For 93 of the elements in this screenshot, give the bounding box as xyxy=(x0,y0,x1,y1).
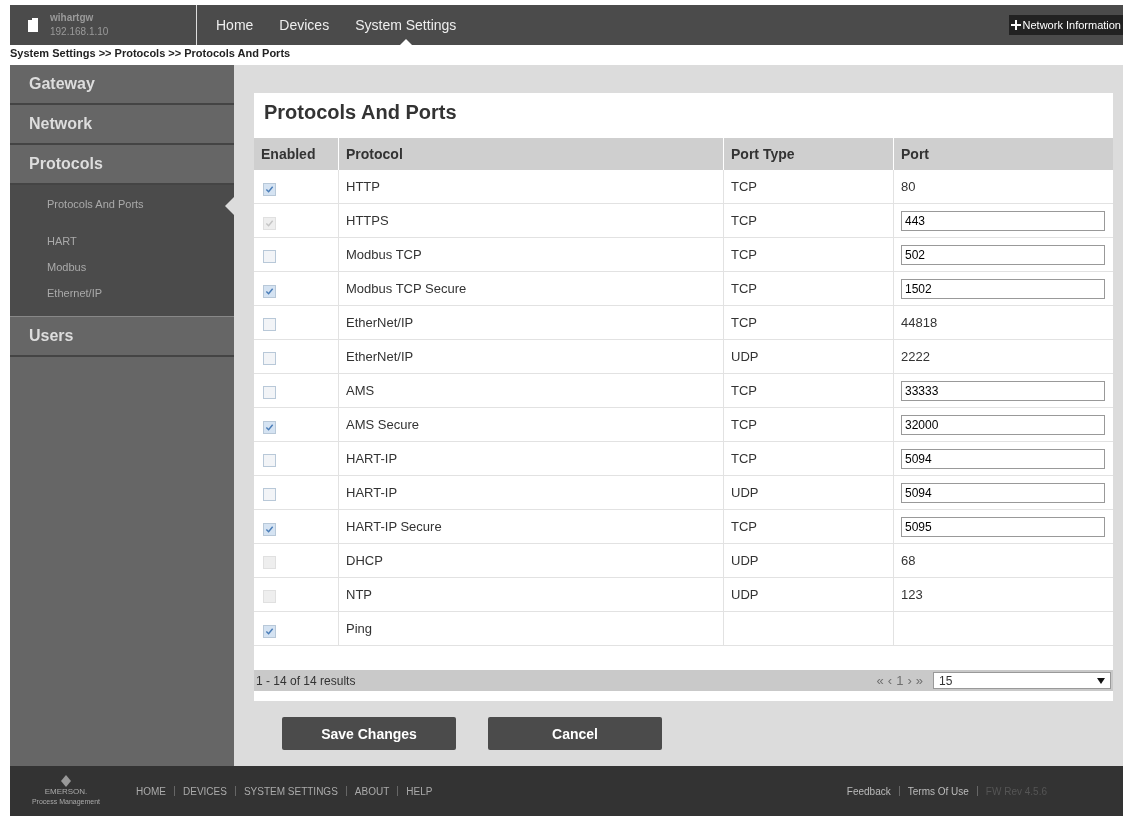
protocol-name: EtherNet/IP xyxy=(346,349,414,364)
action-button[interactable]: Cancel xyxy=(488,717,662,750)
port-number: 44818 xyxy=(901,315,938,330)
protocol-name: AMS xyxy=(346,383,375,398)
page-size-dropdown[interactable]: 15 xyxy=(933,672,1111,689)
port-type: UDP xyxy=(731,349,759,364)
protocol-name: HART-IP xyxy=(346,451,398,466)
port-field[interactable]: 5095 xyxy=(901,516,1105,537)
enabled-checkbox[interactable] xyxy=(263,249,276,263)
page-title: Protocols And Ports xyxy=(263,100,458,125)
port-type: TCP xyxy=(731,281,757,296)
protocol-name: HART-IP Secure xyxy=(346,519,442,534)
nav-tab[interactable]: Devices xyxy=(266,5,343,45)
sidebar-subitem[interactable]: HART xyxy=(10,228,234,254)
previous-page-link[interactable]: ‹ xyxy=(887,673,893,688)
footer-link[interactable]: Feedback xyxy=(846,785,891,797)
port-type: TCP xyxy=(731,383,757,398)
footer-link[interactable]: HELP xyxy=(406,785,433,797)
gateway-icon xyxy=(28,18,38,32)
checkmark-icon xyxy=(265,218,274,228)
protocol-name: NTP xyxy=(346,587,372,602)
last-page-link[interactable]: » xyxy=(915,673,923,688)
checkmark-icon xyxy=(265,524,274,534)
results-summary: 1 - 14 of 14 results xyxy=(256,673,356,688)
sidebar-subitem[interactable]: Modbus xyxy=(10,254,234,280)
protocol-name: HTTPS xyxy=(346,213,389,228)
protocol-name: Modbus TCP Secure xyxy=(346,281,467,296)
sidebar-subitem[interactable]: Ethernet/IP xyxy=(10,280,234,306)
port-type: UDP xyxy=(731,485,759,500)
enabled-checkbox[interactable] xyxy=(263,317,276,331)
checkmark-icon xyxy=(265,422,274,432)
enabled-checkbox[interactable] xyxy=(263,453,276,467)
port-type: TCP xyxy=(731,179,757,194)
enabled-checkbox[interactable] xyxy=(263,624,276,638)
enabled-checkbox[interactable] xyxy=(263,487,276,501)
footer-link[interactable]: SYSTEM SETTINGS xyxy=(243,785,338,797)
gateway-ip: 192.168.1.10 xyxy=(50,25,109,39)
column-header: Port xyxy=(893,138,1113,170)
plus-icon xyxy=(1010,20,1021,30)
network-information-button[interactable]: Network Information xyxy=(1008,15,1123,35)
enabled-checkbox[interactable] xyxy=(263,284,276,298)
footer-link[interactable]: ABOUT xyxy=(354,785,390,797)
enabled-checkbox[interactable] xyxy=(263,420,276,434)
port-number: 2222 xyxy=(901,349,930,364)
footer-link[interactable]: DEVICES xyxy=(183,785,227,797)
nav-tab[interactable]: System Settings xyxy=(342,5,470,45)
footer-link[interactable]: HOME xyxy=(136,785,166,797)
protocol-name: DHCP xyxy=(346,553,383,568)
port-number: 68 xyxy=(901,553,916,568)
port-field[interactable]: 502 xyxy=(901,244,1105,265)
port-field[interactable]: 1502 xyxy=(901,278,1105,299)
enabled-checkbox[interactable] xyxy=(263,182,276,196)
next-page-link[interactable]: › xyxy=(907,673,912,688)
protocol-name: EtherNet/IP xyxy=(346,315,414,330)
page-number[interactable]: 1 xyxy=(896,673,904,688)
port-field[interactable]: 32000 xyxy=(901,414,1105,435)
protocol-name: Modbus TCP xyxy=(346,247,422,262)
sidebar-subitem[interactable]: Protocols And Ports xyxy=(10,191,234,228)
enabled-checkbox[interactable] xyxy=(263,522,276,536)
logo-text: EMERSON. xyxy=(44,787,88,797)
checkmark-icon xyxy=(265,286,274,296)
enabled-checkbox[interactable] xyxy=(263,385,276,399)
enabled-checkbox[interactable] xyxy=(263,351,276,365)
gateway-name: wihartgw xyxy=(50,11,95,25)
port-type: TCP xyxy=(731,247,757,262)
port-field[interactable]: 5094 xyxy=(901,448,1105,469)
port-field[interactable]: 5094 xyxy=(901,482,1105,503)
protocol-name: Ping xyxy=(346,621,373,636)
port-type: TCP xyxy=(731,417,757,432)
breadcrumb: System Settings >> Protocols >> Protocols And Ports xyxy=(10,46,292,61)
port-number: 80 xyxy=(901,179,916,194)
checkmark-icon xyxy=(265,184,274,194)
port-type: TCP xyxy=(731,315,757,330)
action-button[interactable]: Save Changes xyxy=(282,717,456,750)
caret-icon xyxy=(1097,677,1105,684)
checkmark-icon xyxy=(265,626,274,636)
logo-icon xyxy=(61,775,71,787)
protocol-name: HTTP xyxy=(346,179,380,194)
footer-link[interactable]: Terms Of Use xyxy=(907,785,969,797)
port-type: TCP xyxy=(731,213,757,228)
column-header: Port Type xyxy=(723,138,894,170)
protocol-name: HART-IP xyxy=(346,485,398,500)
port-type: TCP xyxy=(731,451,757,466)
nav-tab[interactable]: Home xyxy=(203,5,267,45)
port-number: 123 xyxy=(901,587,923,602)
port-type: UDP xyxy=(731,553,759,568)
port-type: TCP xyxy=(731,519,757,534)
port-field[interactable]: 33333 xyxy=(901,380,1105,401)
port-type: UDP xyxy=(731,587,759,602)
first-page-link[interactable]: « xyxy=(876,673,884,688)
column-header: Protocol xyxy=(338,138,724,170)
column-header: Enabled xyxy=(254,138,339,170)
protocol-name: AMS Secure xyxy=(346,417,419,432)
